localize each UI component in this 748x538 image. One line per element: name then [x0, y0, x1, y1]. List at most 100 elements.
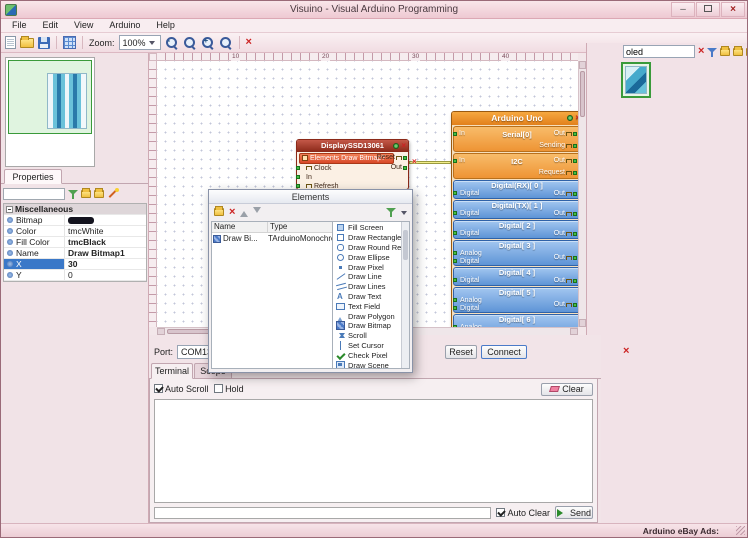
- column-name[interactable]: Name: [212, 222, 268, 232]
- tab-properties[interactable]: Properties: [4, 169, 62, 184]
- property-value[interactable]: tmcWhite: [65, 226, 146, 236]
- menu-help[interactable]: Help: [148, 19, 183, 32]
- terminal-output[interactable]: [154, 399, 593, 503]
- channel-out-pin[interactable]: Out: [554, 301, 577, 308]
- pin-out[interactable]: Out: [391, 164, 407, 171]
- property-row-fill-color[interactable]: Fill Color tmcBlack: [4, 237, 146, 248]
- serial-out-pin[interactable]: Out: [554, 130, 577, 137]
- i2c-out-pin[interactable]: Out: [554, 157, 577, 164]
- property-group-row[interactable]: Miscellaneous: [4, 204, 146, 215]
- collapse-all-icon[interactable]: [94, 190, 104, 198]
- property-row-x-selected[interactable]: X 30: [4, 259, 146, 270]
- channel-analog-pin[interactable]: Analog: [460, 250, 482, 257]
- palette-item[interactable]: Draw Lines: [333, 282, 401, 292]
- palette-item[interactable]: Draw Rectangle: [333, 233, 401, 243]
- serial-sending-pin[interactable]: Sending: [539, 142, 577, 149]
- pin-connector[interactable]: [453, 159, 457, 163]
- digital-channel-5[interactable]: Digital[ 5 ] Analog Digital Out: [453, 287, 578, 313]
- minimize-button[interactable]: –: [671, 2, 695, 17]
- channel-in-pin[interactable]: Digital: [460, 258, 479, 265]
- hold-checkbox[interactable]: Hold: [214, 384, 244, 394]
- palette-item[interactable]: Text Field: [333, 301, 401, 311]
- save-project-icon[interactable]: [38, 37, 50, 49]
- add-element-icon[interactable]: [214, 208, 224, 216]
- auto-clear-checkbox[interactable]: Auto Clear: [496, 508, 550, 518]
- digital-channel-3[interactable]: Digital[ 3 ] Analog Digital Out: [453, 240, 578, 266]
- component-arduino-uno[interactable]: Arduino Uno × Serial[0] In Out Sending I…: [451, 111, 578, 327]
- palette-item[interactable]: Draw Line: [333, 272, 401, 282]
- property-row-bitmap[interactable]: Bitmap: [4, 215, 146, 226]
- property-value[interactable]: tmcBlack: [65, 237, 146, 247]
- overview-selection[interactable]: [8, 60, 92, 134]
- wire-endpoint-delete-icon[interactable]: ×: [412, 158, 417, 166]
- dialog-title-bar[interactable]: Elements: [209, 190, 412, 204]
- digital-channel-0[interactable]: Digital(RX)[ 0 ] Digital Out: [453, 180, 578, 199]
- send-button[interactable]: Send: [555, 506, 593, 519]
- channel-out-pin[interactable]: Out: [554, 277, 577, 284]
- category-folder-icon[interactable]: [720, 48, 730, 56]
- scroll-left-button[interactable]: [157, 328, 165, 335]
- maximize-button[interactable]: [696, 2, 720, 17]
- open-project-icon[interactable]: [20, 38, 34, 48]
- pin-connector[interactable]: [573, 256, 577, 260]
- pin-in[interactable]: In: [297, 173, 408, 182]
- pin-connector[interactable]: [296, 166, 300, 170]
- digital-channel-4[interactable]: Digital[ 4 ] Digital Out: [453, 267, 578, 286]
- palette-item[interactable]: Draw Round Recta...: [333, 243, 401, 253]
- pin-connector[interactable]: [573, 303, 577, 307]
- zoom-fit-icon[interactable]: [219, 36, 233, 50]
- property-value[interactable]: 0: [65, 270, 146, 280]
- zoom-out-icon[interactable]: -: [165, 36, 179, 50]
- connect-button[interactable]: Connect: [481, 345, 527, 359]
- bitmap-preview[interactable]: [68, 217, 94, 224]
- pin-component-icon[interactable]: [567, 115, 573, 121]
- digital-channel-6[interactable]: Digital[ 6 ] Analog Digital Out: [453, 314, 578, 327]
- menu-file[interactable]: File: [4, 19, 35, 32]
- pin-connector[interactable]: [573, 192, 577, 196]
- zoom-reset-icon[interactable]: [183, 36, 197, 50]
- category-folder-icon[interactable]: [733, 48, 743, 56]
- palette-item[interactable]: Draw Text: [333, 292, 401, 302]
- resize-grip[interactable]: [736, 526, 745, 535]
- pin-connector[interactable]: [573, 159, 577, 163]
- delete-selection-icon[interactable]: ×: [246, 37, 252, 48]
- channel-in-pin[interactable]: Digital: [460, 305, 479, 312]
- pin-connector[interactable]: [296, 184, 300, 188]
- collapse-group-icon[interactable]: [6, 206, 13, 213]
- pin-connector[interactable]: [573, 279, 577, 283]
- i2c-request-pin[interactable]: Request: [539, 169, 577, 176]
- property-row-color[interactable]: Color tmcWhite: [4, 226, 146, 237]
- i2c-in-pin[interactable]: In: [459, 157, 465, 164]
- palette-scrollbar[interactable]: [401, 222, 409, 368]
- checkbox-checked-icon[interactable]: [154, 384, 163, 393]
- elements-dialog[interactable]: Elements × Name Type Draw Bi... TArduino…: [208, 189, 413, 373]
- canvas-vertical-scrollbar[interactable]: [578, 61, 586, 327]
- scroll-up-button[interactable]: [579, 61, 586, 69]
- palette-item[interactable]: Set Cursor: [333, 341, 401, 351]
- pin-connector[interactable]: [453, 231, 457, 235]
- scroll-down-button[interactable]: [579, 319, 586, 327]
- palette-item[interactable]: Scroll: [333, 331, 401, 341]
- elements-list[interactable]: Name Type Draw Bi... TArduinoMonochrome.…: [211, 221, 333, 369]
- pin-connector[interactable]: [453, 259, 457, 263]
- channel-analog-pin[interactable]: Analog: [460, 297, 482, 304]
- wizard-wand-icon[interactable]: [107, 188, 119, 200]
- digital-channel-2[interactable]: Digital[ 2 ] Digital Out: [453, 220, 578, 239]
- terminal-send-input[interactable]: [154, 507, 491, 519]
- pin-connector[interactable]: [573, 144, 577, 148]
- element-row[interactable]: Draw Bi... TArduinoMonochrome...: [212, 233, 332, 244]
- property-value[interactable]: 30: [65, 259, 146, 269]
- move-down-icon[interactable]: [253, 207, 261, 217]
- pin-connector[interactable]: [453, 278, 457, 282]
- filter-icon[interactable]: [707, 47, 717, 57]
- palette-item[interactable]: Draw Scene: [333, 360, 401, 369]
- serial-in-pin[interactable]: In: [459, 130, 465, 137]
- pin-component-icon[interactable]: [393, 143, 399, 149]
- pin-connector[interactable]: [573, 132, 577, 136]
- channel-out-pin[interactable]: Out: [554, 254, 577, 261]
- clear-button[interactable]: Clear: [541, 383, 593, 396]
- pin-reset[interactable]: Reset: [377, 154, 407, 161]
- channel-out-pin[interactable]: Out: [554, 190, 577, 197]
- pin-connector[interactable]: [453, 211, 457, 215]
- pin-connector[interactable]: [453, 132, 457, 136]
